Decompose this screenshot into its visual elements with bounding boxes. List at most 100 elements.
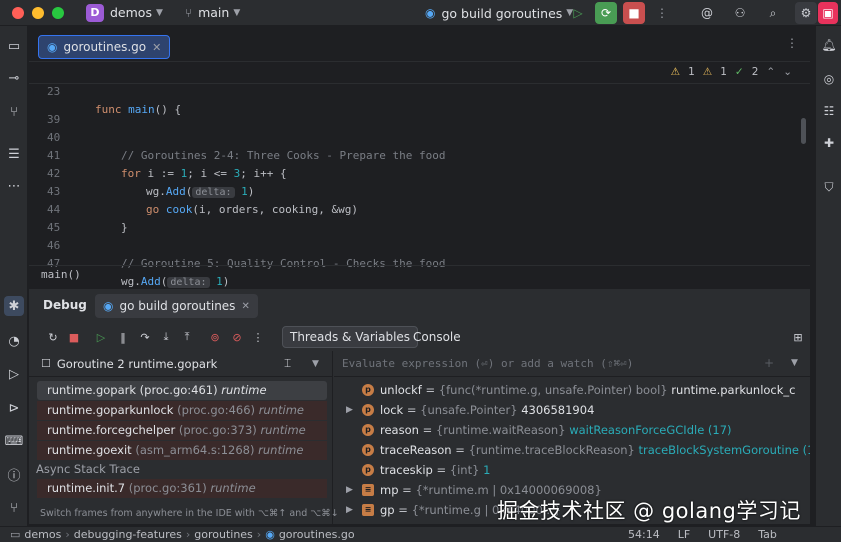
- project-name[interactable]: demos: [110, 5, 152, 20]
- chevron-down-icon[interactable]: ⌄: [783, 66, 792, 78]
- code-line[interactable]: 46 // Goroutine 5: Quality Control - Che…: [29, 219, 810, 270]
- branch-name[interactable]: main: [198, 5, 229, 20]
- search-icon[interactable]: ⌕: [762, 2, 784, 24]
- view-breakpoints-icon[interactable]: ⊚: [205, 327, 225, 347]
- frame-row[interactable]: runtime.gopark (proc.go:461) runtime: [37, 381, 327, 400]
- code-line[interactable]: 47 wg.Add(delta: 1): [29, 237, 810, 288]
- tab-console[interactable]: Console: [406, 326, 468, 348]
- debug-bug-icon[interactable]: ✱: [4, 296, 24, 316]
- project-badge[interactable]: D: [86, 3, 104, 22]
- code-line[interactable]: 39: [29, 93, 810, 126]
- indent-setting[interactable]: Tab: [758, 528, 777, 541]
- variable-row[interactable]: p traceskip = {int} 1: [334, 460, 810, 480]
- variable-row[interactable]: p traceReason = {runtime.traceBlockReaso…: [334, 440, 810, 460]
- debug-session-tab[interactable]: ◉ go build goroutines ✕: [95, 294, 258, 318]
- variable-row[interactable]: p reason = {runtime.waitReason} waitReas…: [334, 420, 810, 440]
- editor-scrollbar[interactable]: [801, 118, 806, 144]
- line-separator[interactable]: LF: [678, 528, 690, 541]
- breadcrumb-item[interactable]: demos: [24, 528, 61, 541]
- close-window-button[interactable]: [12, 6, 24, 19]
- parameter-icon: p: [362, 464, 374, 476]
- pull-request-icon[interactable]: ⑂: [4, 102, 24, 122]
- folder-icon[interactable]: ▭: [4, 36, 24, 56]
- chevron-down-icon[interactable]: ▼: [233, 8, 240, 18]
- step-over-icon[interactable]: ↷: [135, 327, 155, 347]
- rerun-debug-button[interactable]: ⟳: [595, 2, 617, 24]
- breadcrumb-item[interactable]: goroutines: [194, 528, 253, 541]
- chevron-down-icon[interactable]: ▼: [791, 358, 798, 368]
- run-config-selector[interactable]: ◉ go build goroutines ▼: [425, 0, 573, 26]
- code-breadcrumb[interactable]: main(): [29, 265, 810, 283]
- code-line[interactable]: 48 go qualityControl(cooking, ready, &wg…: [29, 255, 810, 265]
- step-into-icon[interactable]: ⤓: [156, 327, 176, 347]
- commit-icon[interactable]: ⊸: [4, 68, 24, 88]
- rerun-icon[interactable]: ↻: [43, 327, 63, 347]
- cursor-position[interactable]: 54:14: [628, 528, 660, 541]
- resume-icon[interactable]: ▷: [91, 327, 111, 347]
- add-user-icon[interactable]: ⚇: [729, 2, 751, 24]
- stop-button[interactable]: ■: [623, 2, 645, 24]
- git-icon[interactable]: ⑂: [4, 498, 24, 518]
- variable-row[interactable]: p unlockf = {func(*runtime.g, unsafe.Poi…: [334, 380, 810, 400]
- file-encoding[interactable]: UTF-8: [708, 528, 740, 541]
- jetbrains-icon[interactable]: ▣: [818, 2, 838, 24]
- frame-row[interactable]: runtime.goparkunlock (proc.go:466) runti…: [37, 401, 327, 420]
- code-line[interactable]: 42 wg.Add(delta: 1): [29, 147, 810, 198]
- variable-row[interactable]: ▶ p lock = {unsafe.Pointer} 4306581904: [334, 400, 810, 420]
- add-watch-icon[interactable]: +: [764, 356, 774, 370]
- problems-icon[interactable]: ⓘ: [4, 464, 24, 484]
- status-bar: ▭ demos › debugging-features › goroutine…: [0, 526, 841, 542]
- ai-chat-icon[interactable]: ◎: [820, 70, 838, 88]
- services-icon[interactable]: ⊳: [4, 398, 24, 418]
- more-vertical-icon[interactable]: ⋮: [651, 2, 673, 24]
- frame-row[interactable]: runtime.init.7 (proc.go:361) runtime: [37, 479, 327, 498]
- step-out-icon[interactable]: ⤒: [177, 327, 197, 347]
- filter-icon[interactable]: ⌶: [284, 356, 291, 371]
- layout-icon[interactable]: ⊞: [788, 327, 808, 347]
- chevron-down-icon[interactable]: ▼: [312, 359, 319, 369]
- frame-row[interactable]: runtime.goexit (asm_arm64.s:1268) runtim…: [37, 441, 327, 460]
- minimize-window-button[interactable]: [32, 6, 44, 19]
- evaluate-input[interactable]: Evaluate expression (⏎) or add a watch (…: [334, 351, 810, 377]
- more-horizontal-icon[interactable]: ⋯: [4, 176, 24, 196]
- code-line[interactable]: 45: [29, 201, 810, 234]
- database-icon[interactable]: ☷: [820, 102, 838, 120]
- goroutine-selector[interactable]: ☐ Goroutine 2 runtime.gopark ⌶ ▼: [29, 351, 333, 377]
- chevron-up-icon[interactable]: ⌃: [766, 66, 775, 78]
- chevron-right-icon[interactable]: ▶: [346, 480, 353, 500]
- tab-threads-variables[interactable]: Threads & Variables: [282, 326, 419, 348]
- ai-assistant-icon[interactable]: @: [696, 2, 718, 24]
- close-icon[interactable]: ✕: [241, 301, 249, 312]
- debug-toolbar: ↻ ■ ▷ ‖ ↷ ⤓ ⤒ ⊚ ⊘ ⋮ Threads & Variables …: [29, 325, 810, 349]
- terminal-icon[interactable]: ⌨: [4, 431, 24, 451]
- debug-title: Debug: [43, 298, 87, 312]
- close-icon[interactable]: ✕: [152, 41, 161, 54]
- zoom-window-button[interactable]: [52, 6, 64, 19]
- mute-breakpoints-icon[interactable]: ⊘: [227, 327, 247, 347]
- editor-tab-goroutines[interactable]: ◉ goroutines.go ✕: [38, 35, 171, 59]
- chevron-right-icon[interactable]: ▶: [346, 500, 353, 520]
- stop-icon[interactable]: ■: [64, 327, 84, 347]
- more-vertical-icon[interactable]: ⋮: [248, 327, 268, 347]
- code-line[interactable]: 41 for i := 1; i <= 3; i++ {: [29, 129, 810, 180]
- resume-icon[interactable]: ▷: [567, 2, 589, 24]
- gear-icon[interactable]: ⚙: [795, 2, 817, 24]
- chevron-down-icon[interactable]: ▼: [156, 8, 163, 18]
- frame-row[interactable]: runtime.forcegchelper (proc.go:373) runt…: [37, 421, 327, 440]
- chevron-right-icon[interactable]: ▶: [346, 400, 353, 420]
- pause-icon[interactable]: ‖: [113, 327, 133, 347]
- more-vertical-icon[interactable]: ⋮: [786, 36, 798, 50]
- code-line[interactable]: 40 // Goroutines 2-4: Three Cooks - Prep…: [29, 111, 810, 162]
- breadcrumb-item[interactable]: goroutines.go: [279, 528, 355, 541]
- run-icon[interactable]: ▷: [4, 364, 24, 384]
- plugin-icon[interactable]: ✚: [820, 134, 838, 152]
- structure-icon[interactable]: ☰: [4, 144, 24, 164]
- code-line[interactable]: 44 }: [29, 183, 810, 234]
- notifications-icon[interactable]: 🔔︎: [820, 36, 838, 54]
- inspection-widget[interactable]: ⚠ 1 ⚠ 1 ✓ 2 ⌃ ⌄: [671, 66, 792, 78]
- shield-icon[interactable]: ⛉: [820, 178, 838, 196]
- code-line[interactable]: 43 go cook(i, orders, cooking, &wg): [29, 165, 810, 216]
- profiler-icon[interactable]: ◔: [4, 331, 24, 351]
- breadcrumb-item[interactable]: debugging-features: [74, 528, 182, 541]
- branch-icon[interactable]: ⑂: [185, 6, 192, 20]
